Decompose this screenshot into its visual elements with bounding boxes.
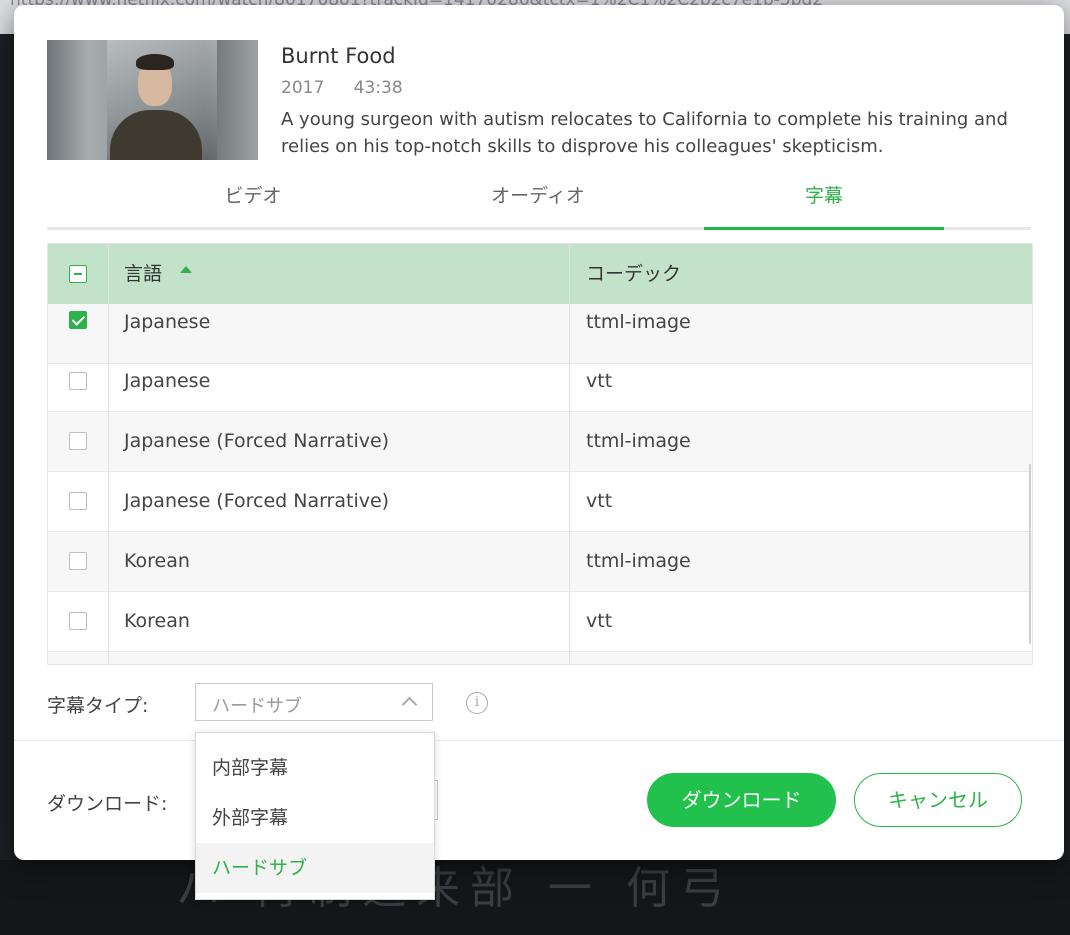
option-internal-subtitles[interactable]: 内部字幕: [196, 743, 434, 793]
row-checkbox[interactable]: [69, 372, 87, 390]
cell-codec: vtt: [586, 490, 613, 512]
background-video-area: ハ 再制造来部 一 何弓: [0, 860, 1070, 935]
header-codec[interactable]: コーデック: [586, 244, 681, 304]
download-button[interactable]: ダウンロード: [647, 773, 836, 827]
cell-codec: ttml-image: [586, 430, 691, 452]
cell-language: Korean: [124, 550, 190, 572]
table-row[interactable]: Korean ttml-image: [48, 532, 1032, 592]
row-checkbox[interactable]: [69, 432, 87, 450]
sort-ascending-icon[interactable]: [179, 264, 193, 284]
row-checkbox[interactable]: [69, 311, 87, 329]
download-settings-dialog: Burnt Food 2017 43:38 A young surgeon wi…: [14, 5, 1064, 860]
subtitle-type-dropdown: 内部字幕 外部字幕 ハードサブ: [195, 732, 435, 900]
download-label: ダウンロード:: [47, 793, 168, 815]
cell-language: Japanese (Forced Narrative): [124, 430, 390, 452]
table-scrollbar[interactable]: [1029, 464, 1031, 644]
section-divider: [14, 740, 1064, 741]
video-title: Burnt Food: [281, 44, 396, 68]
header-language[interactable]: 言語: [124, 244, 162, 304]
tab-audio[interactable]: オーディオ: [418, 177, 658, 227]
subtitle-table: 言語 コーデック Japanese ttml-image Japanese vt…: [47, 243, 1033, 665]
subtitle-type-label: 字幕タイプ:: [47, 695, 149, 717]
tab-video[interactable]: ビデオ: [133, 177, 373, 227]
video-duration: 43:38: [353, 78, 403, 98]
row-checkbox[interactable]: [69, 552, 87, 570]
tab-subtitles[interactable]: 字幕: [704, 177, 944, 230]
chevron-up-icon: [401, 696, 418, 713]
table-row[interactable]: Japanese (Forced Narrative) ttml-image: [48, 412, 1032, 472]
info-icon[interactable]: i: [466, 692, 488, 714]
video-description: A young surgeon with autism relocates to…: [281, 109, 1008, 157]
cell-codec: vtt: [586, 370, 613, 392]
row-checkbox[interactable]: [69, 492, 87, 510]
cancel-button[interactable]: キャンセル: [854, 773, 1022, 827]
select-all-checkbox[interactable]: [69, 265, 87, 283]
option-hardsub[interactable]: ハードサブ: [196, 843, 434, 893]
table-row[interactable]: Korean vtt: [48, 592, 1032, 652]
table-row[interactable]: [48, 652, 1032, 664]
cell-language: Japanese: [124, 370, 211, 392]
settings-tabs: ビデオ オーディオ 字幕: [47, 177, 1031, 230]
video-year: 2017: [281, 78, 325, 98]
option-external-subtitles[interactable]: 外部字幕: [196, 793, 434, 843]
column-divider: [569, 244, 570, 664]
video-thumbnail: [47, 40, 258, 160]
cell-codec: vtt: [586, 610, 613, 632]
table-header: 言語 コーデック: [48, 244, 1032, 304]
video-meta: 2017 43:38: [281, 78, 427, 98]
subtitle-type-value: ハードサブ: [212, 696, 302, 717]
table-row[interactable]: Japanese vtt: [48, 352, 1032, 412]
row-checkbox[interactable]: [69, 612, 87, 630]
cell-codec: ttml-image: [586, 550, 691, 572]
subtitle-type-select[interactable]: ハードサブ: [195, 683, 433, 721]
table-row[interactable]: Japanese (Forced Narrative) vtt: [48, 472, 1032, 532]
column-divider: [108, 244, 109, 664]
cell-language: Japanese (Forced Narrative): [124, 490, 390, 512]
cell-language: Korean: [124, 610, 190, 632]
